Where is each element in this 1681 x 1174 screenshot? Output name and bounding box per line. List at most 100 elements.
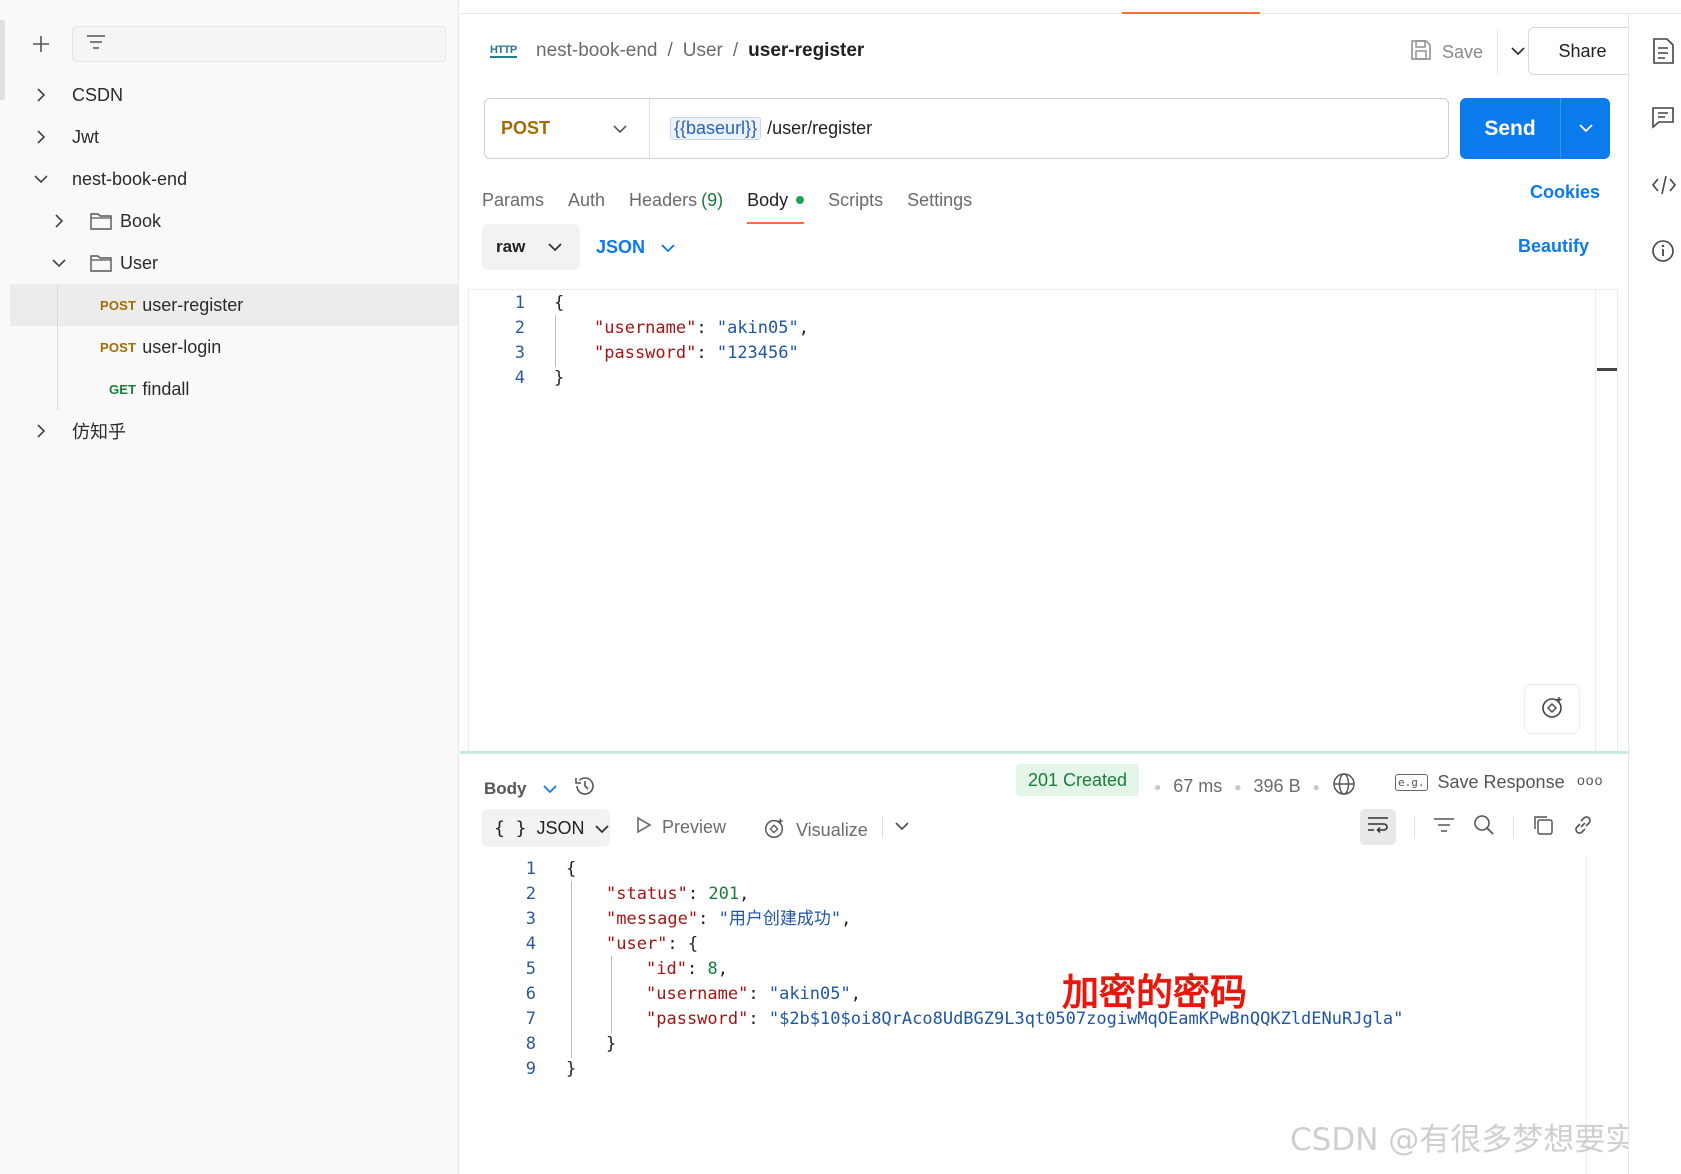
sidebar-item-fang-zhihu[interactable]: 仿知乎: [0, 410, 458, 452]
sidebar-item-jwt[interactable]: Jwt: [0, 116, 458, 158]
code-text: }: [554, 365, 564, 392]
code-token: }: [566, 1059, 577, 1079]
line-number: 1: [525, 859, 536, 879]
response-format-value: JSON: [536, 817, 585, 838]
send-button[interactable]: Send: [1460, 98, 1610, 159]
sidebar-item-nest-book-end[interactable]: nest-book-end: [0, 158, 458, 200]
code-icon[interactable]: [1651, 170, 1681, 200]
sidebar-item-book[interactable]: Book: [0, 200, 458, 242]
code-token: "username": [594, 318, 697, 338]
chevron-right-icon[interactable]: [32, 86, 50, 104]
meta-separator: ●: [1312, 779, 1320, 794]
code-text: "username": "akin05",: [646, 981, 861, 1008]
sparkle-icon: [1539, 694, 1565, 725]
tab-settings[interactable]: Settings: [907, 180, 972, 220]
chevron-right-icon[interactable]: [32, 422, 50, 440]
preview-button[interactable]: Preview: [636, 816, 726, 839]
filter-icon[interactable]: [1433, 816, 1455, 839]
response-size[interactable]: 396 B: [1254, 776, 1301, 797]
response-body-select[interactable]: Body: [484, 774, 597, 803]
code-token: :: [687, 884, 709, 904]
comments-icon[interactable]: [1651, 102, 1681, 132]
url-input[interactable]: {{baseurl}} /user/register: [650, 117, 872, 140]
save-response-button[interactable]: e.g. Save Response: [1395, 772, 1565, 793]
code-line: 7 "password": "$2b$10$oi8QrAco8UdBGZ9L3qt…: [460, 1006, 1628, 1033]
line-number: 4: [525, 934, 536, 954]
document-icon[interactable]: [1651, 36, 1681, 66]
wrap-icon: [1366, 815, 1390, 840]
code-token: "username": [646, 984, 749, 1004]
link-icon[interactable]: [1572, 814, 1594, 841]
ai-assist-button[interactable]: [1524, 684, 1580, 734]
sidebar-item-findall[interactable]: GET findall: [0, 368, 458, 410]
chevron-down-icon[interactable]: [32, 170, 50, 188]
status-badge[interactable]: 201 Created: [1016, 764, 1140, 796]
more-options-icon[interactable]: ooo: [1577, 772, 1603, 788]
globe-icon[interactable]: [1332, 772, 1356, 801]
sidebar-item-csdn[interactable]: CSDN: [0, 74, 458, 116]
code-token: "用户创建成功": [718, 909, 842, 929]
preview-label: Preview: [662, 817, 727, 837]
save-response-label: Save Response: [1437, 772, 1565, 792]
copy-icon[interactable]: [1532, 814, 1554, 841]
code-line: 4 "user": {: [460, 931, 1628, 958]
tab-strip: [460, 0, 1681, 14]
code-token: "user": [606, 934, 668, 954]
body-mode-select[interactable]: raw: [482, 224, 580, 270]
code-line: 8}: [460, 1031, 1628, 1058]
chevron-down-icon: [661, 237, 675, 258]
tab-headers[interactable]: Headers (9): [629, 180, 723, 220]
code-token: "status": [606, 884, 688, 904]
code-token: "id": [646, 959, 687, 979]
code-token: {: [554, 293, 565, 313]
code-text: "user": {: [606, 931, 698, 958]
response-tools: [1360, 808, 1594, 846]
folder-icon: [90, 252, 114, 274]
response-meta: ● 67 ms ● 396 B ●: [1154, 772, 1356, 801]
search-icon[interactable]: [1473, 814, 1495, 841]
chevron-down-icon: [542, 779, 557, 799]
response-divider[interactable]: [460, 751, 1628, 754]
visualize-button[interactable]: Visualize: [762, 816, 868, 845]
visualize-options-button[interactable]: [882, 812, 909, 842]
info-icon[interactable]: [1651, 236, 1681, 266]
tab-params[interactable]: Params: [482, 180, 544, 220]
breadcrumb-folder[interactable]: User: [683, 40, 723, 62]
save-button[interactable]: Save: [1396, 30, 1497, 74]
sidebar-toolbar: [24, 26, 446, 62]
add-icon[interactable]: [24, 27, 58, 61]
save-label: Save: [1442, 41, 1484, 62]
cookies-link[interactable]: Cookies: [1530, 182, 1600, 203]
chevron-right-icon[interactable]: [32, 128, 50, 146]
breadcrumb-collection[interactable]: nest-book-end: [536, 40, 657, 62]
beautify-button[interactable]: Beautify: [1518, 236, 1589, 257]
url-variable[interactable]: {{baseurl}}: [670, 117, 762, 140]
request-header: HTTP nest-book-end / User / user-registe…: [460, 14, 1640, 88]
tab-scripts[interactable]: Scripts: [828, 180, 883, 220]
code-token: 201: [708, 884, 740, 904]
line-number: 5: [525, 959, 536, 979]
tab-body[interactable]: Body: [747, 180, 805, 224]
request-body-editor[interactable]: 1{2 "username": "akin05", 3 "password": "12…: [468, 289, 1618, 751]
sidebar-item-user[interactable]: User: [0, 242, 458, 284]
send-options-button[interactable]: [1561, 120, 1610, 138]
chevron-down-icon: [895, 818, 909, 836]
breadcrumb-request[interactable]: user-register: [748, 40, 864, 62]
response-format-select[interactable]: { } JSON: [482, 809, 610, 847]
chevron-down-icon[interactable]: [50, 254, 68, 272]
sidebar-item-user-register[interactable]: POST user-register: [10, 284, 458, 326]
line-number: 7: [525, 1009, 536, 1029]
sidebar-item-label: Book: [120, 210, 162, 231]
chevron-right-icon[interactable]: [50, 212, 68, 230]
tab-auth[interactable]: Auth: [568, 180, 605, 220]
share-button[interactable]: Share: [1528, 27, 1637, 75]
body-mode-value: raw: [496, 237, 526, 256]
wrap-lines-button[interactable]: [1360, 809, 1396, 845]
history-icon[interactable]: [573, 774, 597, 803]
code-token: 8: [707, 959, 718, 979]
body-format-select[interactable]: JSON: [596, 224, 675, 270]
response-time[interactable]: 67 ms: [1173, 776, 1222, 797]
filter-input[interactable]: [72, 26, 446, 62]
sidebar-item-user-login[interactable]: POST user-login: [0, 326, 458, 368]
method-select[interactable]: POST: [485, 99, 650, 158]
